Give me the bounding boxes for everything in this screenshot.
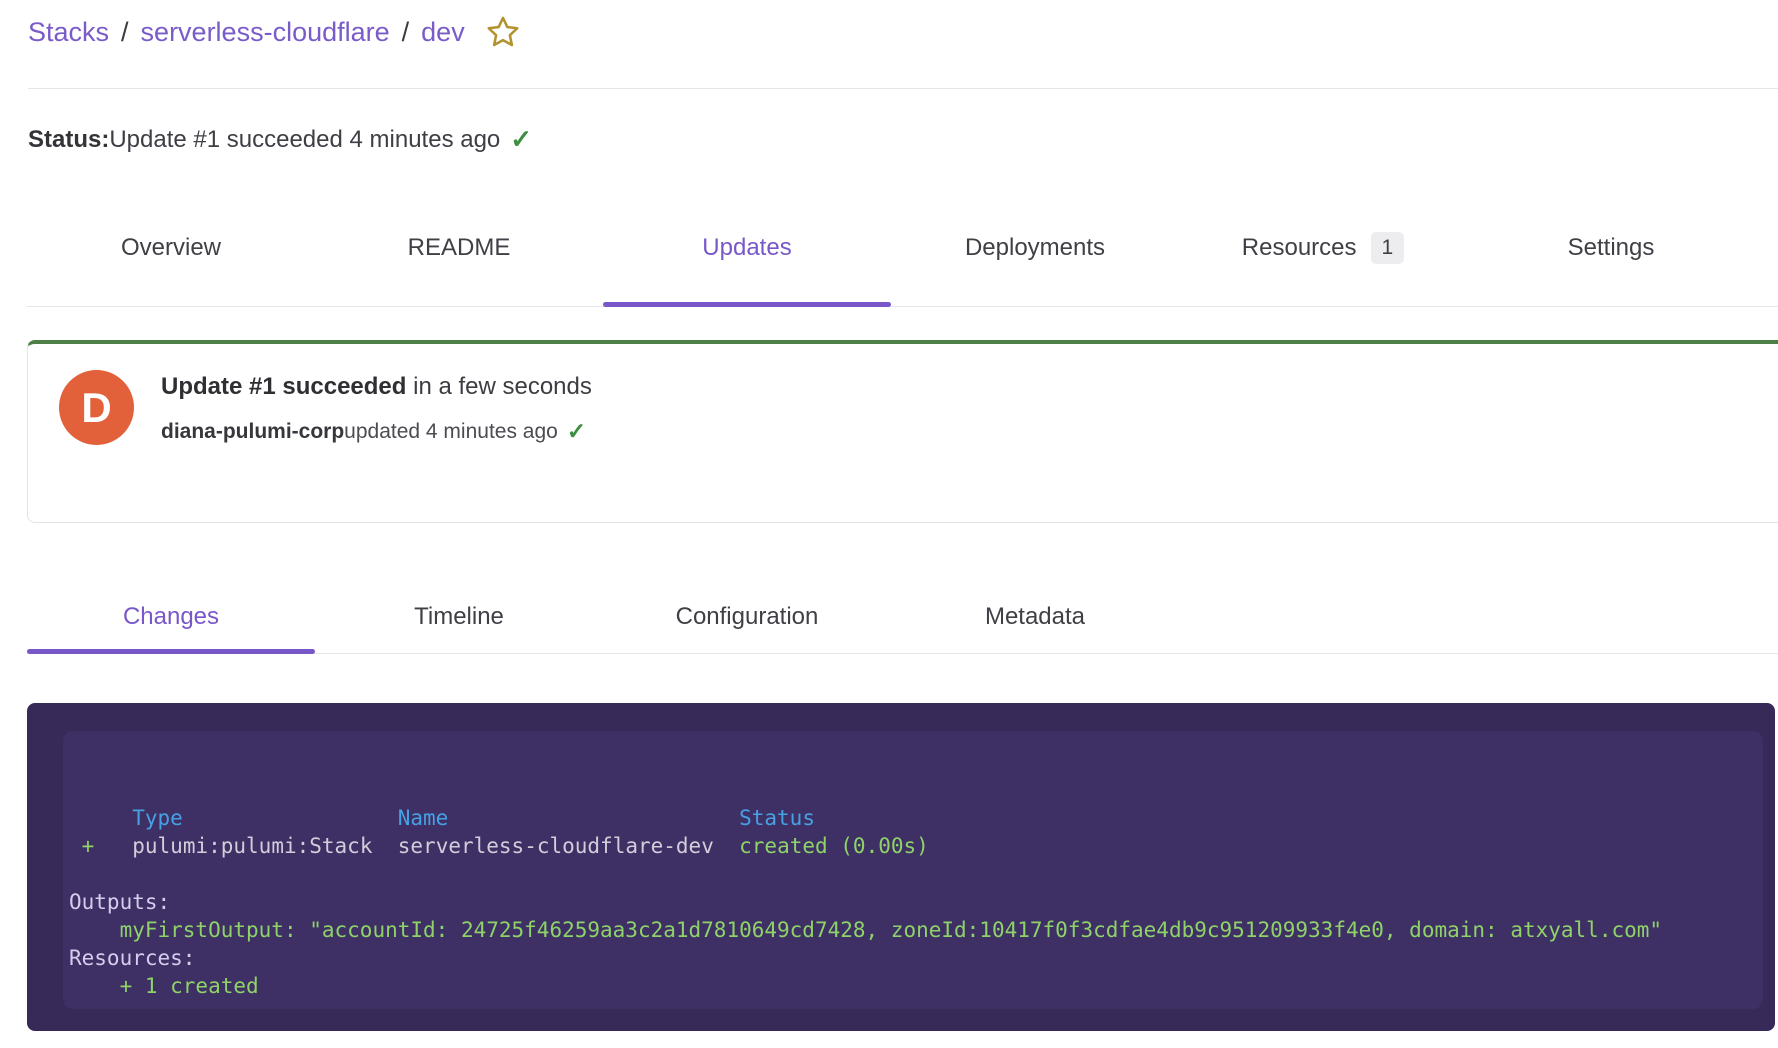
tab-label: Resources bbox=[1242, 234, 1357, 262]
update-diff-terminal: Type Name Status + pulumi:pulumi:Stack s… bbox=[27, 703, 1775, 1031]
subtab-label: Metadata bbox=[985, 603, 1085, 631]
divider bbox=[28, 88, 1778, 89]
stack-tabs: Overview README Updates Deployments Reso… bbox=[27, 190, 1778, 307]
breadcrumb-project-link[interactable]: serverless-cloudflare bbox=[141, 17, 390, 48]
page: Stacks / serverless-cloudflare / dev Sta… bbox=[0, 0, 1778, 1048]
success-check-icon: ✓ bbox=[510, 124, 532, 155]
terminal-inner-panel: Type Name Status + pulumi:pulumi:Stack s… bbox=[63, 731, 1763, 1009]
breadcrumb-separator: / bbox=[402, 17, 410, 48]
update-card-meta: diana-pulumi-corp updated 4 minutes ago … bbox=[161, 418, 592, 445]
tab-deployments[interactable]: Deployments bbox=[891, 190, 1179, 306]
tab-label: README bbox=[408, 234, 511, 262]
user-avatar: D bbox=[59, 370, 134, 445]
update-title-rest: in a few seconds bbox=[406, 373, 591, 400]
resources-count-badge: 1 bbox=[1371, 232, 1405, 264]
tab-label: Updates bbox=[702, 234, 791, 262]
update-title-bold: Update #1 succeeded bbox=[161, 373, 406, 400]
subtab-label: Changes bbox=[123, 603, 219, 631]
subtab-metadata[interactable]: Metadata bbox=[891, 580, 1179, 653]
success-check-icon: ✓ bbox=[567, 418, 586, 445]
stack-status-line: Status: Update #1 succeeded 4 minutes ag… bbox=[28, 124, 532, 155]
breadcrumb-stacks-link[interactable]: Stacks bbox=[28, 17, 109, 48]
subtab-label: Configuration bbox=[676, 603, 819, 631]
update-meta-text: updated 4 minutes ago bbox=[344, 420, 558, 444]
tab-settings[interactable]: Settings bbox=[1467, 190, 1755, 306]
update-card-text: Update #1 succeeded in a few seconds dia… bbox=[161, 373, 592, 445]
tab-label: Overview bbox=[121, 234, 221, 262]
breadcrumb-separator: / bbox=[121, 17, 129, 48]
tab-label: Deployments bbox=[965, 234, 1105, 262]
active-tab-underline bbox=[603, 302, 891, 307]
terminal-output: Type Name Status + pulumi:pulumi:Stack s… bbox=[69, 804, 1763, 1000]
status-label: Status: bbox=[28, 126, 109, 154]
tab-readme[interactable]: README bbox=[315, 190, 603, 306]
tab-updates[interactable]: Updates bbox=[603, 190, 891, 306]
update-card[interactable]: D Update #1 succeeded in a few seconds d… bbox=[27, 340, 1778, 523]
status-text: Update #1 succeeded 4 minutes ago bbox=[109, 126, 500, 154]
update-subtabs: Changes Timeline Configuration Metadata bbox=[27, 580, 1778, 654]
tab-overview[interactable]: Overview bbox=[27, 190, 315, 306]
breadcrumb-stack-link[interactable]: dev bbox=[421, 17, 465, 48]
update-author: diana-pulumi-corp bbox=[161, 420, 344, 444]
breadcrumb: Stacks / serverless-cloudflare / dev bbox=[28, 14, 521, 50]
subtab-timeline[interactable]: Timeline bbox=[315, 580, 603, 653]
tab-label: Settings bbox=[1568, 234, 1655, 262]
update-card-title: Update #1 succeeded in a few seconds bbox=[161, 373, 592, 401]
favorite-star-icon[interactable] bbox=[485, 14, 521, 50]
active-subtab-underline bbox=[27, 649, 315, 654]
subtab-label: Timeline bbox=[414, 603, 504, 631]
tab-resources[interactable]: Resources 1 bbox=[1179, 190, 1467, 306]
subtab-configuration[interactable]: Configuration bbox=[603, 580, 891, 653]
subtab-changes[interactable]: Changes bbox=[27, 580, 315, 653]
